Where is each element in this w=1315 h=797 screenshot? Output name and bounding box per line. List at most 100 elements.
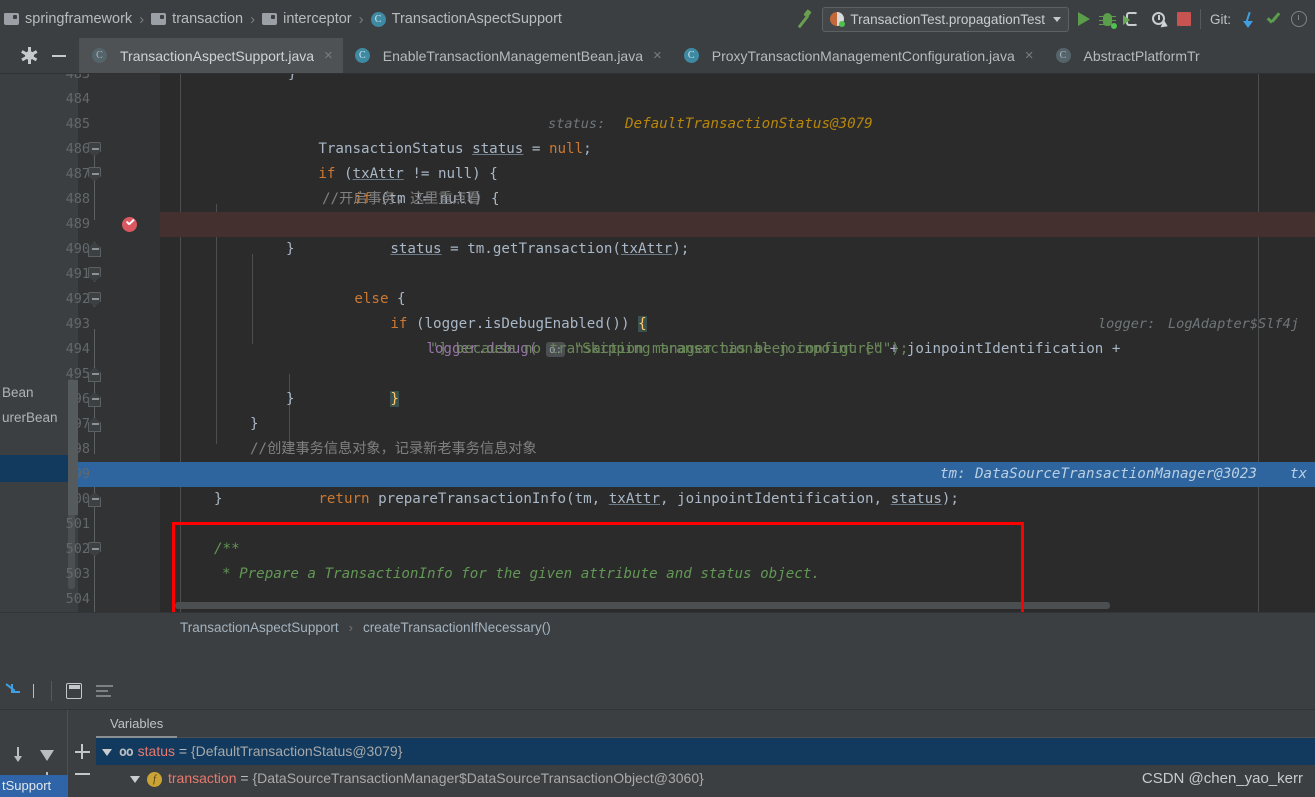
sort-down-icon[interactable] [12, 747, 24, 763]
variables-column: Variables oo status = {DefaultTransaction… [68, 710, 1315, 797]
list-item[interactable]: urerBean [0, 405, 68, 430]
line-number: 486 [65, 141, 90, 157]
line-number: 483 [65, 74, 90, 82]
variable-row-status[interactable]: oo status = {DefaultTransactionStatus@307… [96, 738, 1315, 765]
variable-row-transaction[interactable]: f transaction = {DataSourceTransactionMan… [96, 765, 1315, 792]
profile-icon[interactable] [1151, 11, 1170, 30]
breadcrumb: springframework › transaction › intercep… [0, 11, 562, 28]
text-cursor-icon [30, 683, 37, 698]
breadcrumb-label: springframework [25, 11, 133, 27]
hammer-icon[interactable] [793, 9, 813, 29]
plus-icon[interactable] [74, 744, 90, 759]
code-comment: //开启事务，这里重点看 [322, 191, 481, 207]
line-number: 492 [65, 291, 90, 307]
list-item-selected[interactable] [0, 455, 68, 482]
editor-breadcrumb: TransactionAspectSupport › createTransac… [0, 612, 1315, 642]
breakpoint-icon[interactable] [122, 217, 137, 232]
code-editor[interactable]: 483 } 484 485 TransactionStatus status =… [0, 74, 1315, 612]
restore-layout-icon[interactable] [4, 682, 22, 700]
equals-sign: = [178, 743, 188, 759]
run-with-coverage-icon[interactable] [1122, 11, 1142, 28]
code-text: } [286, 391, 295, 407]
class-icon: C [370, 11, 386, 27]
tab-label: TransactionAspectSupport.java [120, 47, 315, 64]
ide-window: springframework › transaction › intercep… [0, 0, 1315, 797]
breadcrumb-separator: › [348, 620, 353, 635]
clipped-side-panel[interactable]: Bean urerBean [0, 380, 68, 515]
debugger-spacer [0, 642, 1315, 672]
commit-icon[interactable] [1265, 11, 1282, 28]
code-text: "] because no transaction manager has be… [430, 341, 909, 357]
stop-icon[interactable] [1176, 12, 1191, 26]
code-line-499: 499 return prepareTransactionInfo(tm, tx… [0, 462, 1315, 507]
code-line-490: 490 } [0, 237, 1315, 262]
chevron-down-icon [1052, 16, 1061, 22]
inline-hint-label: tm: [940, 466, 966, 482]
expander-triangle-icon[interactable] [130, 775, 140, 783]
class-icon: C [683, 48, 699, 63]
class-icon: C [354, 48, 370, 63]
breadcrumb-label: TransactionAspectSupport [391, 11, 562, 27]
minimize-icon[interactable] [52, 54, 66, 57]
top-toolbar: springframework › transaction › intercep… [0, 0, 1315, 38]
tab-abstract-platform-transaction-manager[interactable]: C AbstractPlatformTr [1044, 38, 1210, 73]
line-number: 501 [65, 516, 90, 532]
breadcrumb-item-class[interactable]: C TransactionAspectSupport [370, 11, 562, 27]
evaluate-expression-icon[interactable] [66, 682, 82, 699]
close-icon[interactable]: × [1025, 47, 1034, 64]
variables-tree[interactable]: oo status = {DefaultTransactionStatus@307… [96, 738, 1315, 797]
minus-icon[interactable] [74, 773, 90, 776]
close-icon[interactable]: × [653, 47, 662, 64]
run-config-icon [830, 12, 846, 27]
line-number: 485 [65, 116, 90, 132]
line-number: 489 [65, 216, 90, 232]
filter-icon[interactable] [40, 749, 54, 777]
code-line-484: 484 [0, 87, 1315, 112]
frame-item-selected[interactable]: tSupport [0, 775, 68, 797]
inline-hint-value: DefaultTransactionStatus@3079 [625, 116, 873, 132]
breadcrumb-class[interactable]: TransactionAspectSupport [180, 620, 339, 635]
breadcrumb-separator: › [250, 10, 256, 28]
line-number: 488 [65, 191, 90, 207]
code-line-501: 501 [0, 512, 1315, 537]
variable-name: status [137, 743, 176, 759]
close-icon[interactable]: × [324, 47, 333, 64]
line-number: 502 [65, 541, 90, 557]
horizontal-scrollbar-thumb[interactable] [175, 602, 1110, 609]
frames-column: tSupport [0, 710, 68, 797]
settings-layout-icon[interactable] [96, 684, 113, 698]
code-text: } [288, 74, 297, 82]
git-label: Git: [1209, 11, 1231, 27]
list-item[interactable]: Bean [0, 380, 68, 405]
side-panel-scrollbar[interactable] [68, 380, 78, 515]
code-line-489: 489 status = tm.getTransaction(txAttr); [0, 212, 1315, 257]
object-icon: oo [119, 745, 134, 760]
update-project-icon[interactable] [1240, 11, 1256, 28]
gear-icon[interactable] [21, 47, 38, 64]
tab-enable-transaction-management-bean[interactable]: C EnableTransactionManagementBean.java × [343, 38, 672, 73]
frames-toolbar [0, 738, 68, 777]
tab-transaction-aspect-support[interactable]: C TransactionAspectSupport.java × [80, 38, 343, 73]
variables-add-remove [68, 710, 96, 797]
breadcrumb-item-interceptor[interactable]: interceptor [262, 11, 352, 27]
code-text: } [214, 491, 223, 507]
expander-triangle-icon[interactable] [102, 748, 112, 756]
breadcrumb-method[interactable]: createTransactionIfNecessary() [363, 620, 551, 635]
run-configuration-selector[interactable]: TransactionTest.propagationTest [822, 6, 1069, 32]
tab-proxy-transaction-management-configuration[interactable]: C ProxyTransactionManagementConfiguratio… [672, 38, 1044, 73]
code-line-502: 502 /** [0, 537, 1315, 562]
breadcrumb-item-transaction[interactable]: transaction [151, 11, 243, 27]
history-icon[interactable] [1291, 11, 1307, 27]
variables-tab-row: Variables [96, 710, 1315, 738]
breadcrumb-label: transaction [172, 11, 244, 27]
watermark: CSDN @chen_yao_kerr [1141, 770, 1303, 787]
debug-icon[interactable] [1098, 11, 1117, 29]
tab-variables[interactable]: Variables [96, 710, 178, 738]
code-line-488: 488 //开启事务，这里重点看 [0, 187, 1315, 212]
code-line-485: 485 TransactionStatus status = null; sta… [0, 112, 1315, 157]
class-icon: C [1055, 48, 1071, 63]
run-icon[interactable] [1077, 12, 1090, 26]
breadcrumb-label: interceptor [283, 11, 352, 27]
field-icon: f [147, 771, 162, 787]
breadcrumb-item-springframework[interactable]: springframework [4, 11, 132, 27]
